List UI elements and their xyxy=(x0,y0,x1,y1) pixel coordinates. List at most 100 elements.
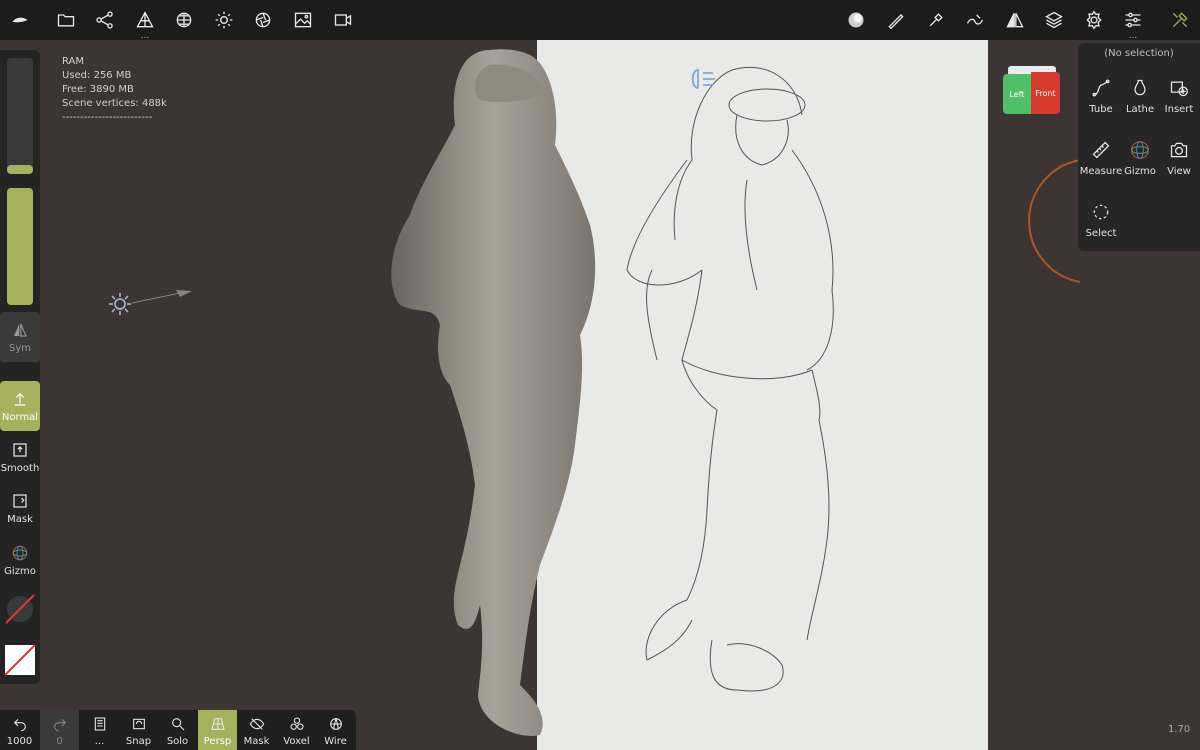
lasso-select-icon xyxy=(1093,204,1109,220)
select-tool-button[interactable]: Select xyxy=(1081,189,1121,239)
camera-icon xyxy=(1170,142,1188,158)
tube-label: Tube xyxy=(1089,104,1113,115)
insert-label: Insert xyxy=(1164,104,1194,115)
selection-status: (No selection) xyxy=(1104,48,1174,59)
view-tool-button[interactable]: View xyxy=(1159,127,1199,177)
sliders-icon[interactable]: ... xyxy=(1115,4,1151,41)
intensity-slider[interactable] xyxy=(7,188,33,305)
symmetry-icon xyxy=(14,323,27,337)
hud-free: Free: 3890 MB xyxy=(62,84,134,95)
lathe-icon xyxy=(1134,79,1146,96)
snap-icon xyxy=(132,718,145,730)
sun-icon[interactable] xyxy=(206,4,242,36)
mesh-icon[interactable]: ... xyxy=(127,4,163,41)
light-sun-icon[interactable] xyxy=(108,292,132,320)
insert-icon xyxy=(1170,81,1188,97)
sym-label: Sym xyxy=(8,342,31,354)
book-icon xyxy=(94,717,105,731)
view-label: View xyxy=(1167,166,1191,177)
tube-tool-button[interactable]: Tube xyxy=(1081,65,1121,115)
tube-icon xyxy=(1092,79,1110,97)
sliders-more: ... xyxy=(1128,31,1138,41)
normal-brush-button[interactable]: Normal xyxy=(0,381,40,431)
rotation-gizmo-ring[interactable] xyxy=(1014,158,1084,284)
mask-brush-button[interactable]: Mask xyxy=(0,483,40,533)
mesh-more: ... xyxy=(140,31,150,41)
insert-tool-button[interactable]: Insert xyxy=(1159,65,1199,115)
material-color-swatch[interactable] xyxy=(4,593,36,625)
redo-icon xyxy=(53,718,66,732)
stroke-icon[interactable] xyxy=(957,4,993,36)
gizmo-icon xyxy=(1131,141,1149,159)
measure-tool-button[interactable]: Measure xyxy=(1079,127,1123,177)
symmetry-icon[interactable] xyxy=(997,4,1033,36)
hud-vertices: Scene vertices: 488k xyxy=(62,98,167,109)
sphere-grid-icon[interactable] xyxy=(166,4,202,36)
hud-used: Used: 256 MB xyxy=(62,70,132,81)
undo-button[interactable]: 1000 xyxy=(0,710,39,750)
gizmo-icon xyxy=(12,545,28,560)
top-toolbar: ... ... xyxy=(0,0,1200,41)
hud-ram-label: RAM xyxy=(62,56,85,67)
radius-slider[interactable] xyxy=(7,58,33,174)
solo-button[interactable]: Solo xyxy=(158,710,197,750)
voxel-label: Voxel xyxy=(283,736,310,747)
wire-label: Wire xyxy=(324,736,347,747)
gizmo-button[interactable]: Gizmo xyxy=(0,535,40,585)
scene-graph-icon[interactable] xyxy=(87,4,123,36)
camera-icon[interactable] xyxy=(325,4,361,36)
material-sphere-icon[interactable] xyxy=(838,4,874,36)
history-label: ... xyxy=(94,736,105,747)
symmetry-toggle[interactable]: Sym xyxy=(0,312,40,362)
nav-cube-left[interactable]: Left xyxy=(1003,74,1031,114)
folder-icon[interactable] xyxy=(48,4,84,36)
paint-icon[interactable] xyxy=(918,4,954,36)
snap-label: Snap xyxy=(125,736,152,747)
hud-separator: ------------------------- xyxy=(62,112,153,123)
tools-icon[interactable] xyxy=(1162,4,1198,36)
mask-icon xyxy=(13,493,27,508)
normal-label: Normal xyxy=(1,411,39,423)
logo-icon[interactable] xyxy=(2,4,38,36)
radius-slider-handle[interactable] xyxy=(7,165,33,174)
mask-visibility-button[interactable]: Mask xyxy=(237,710,276,750)
undo-icon xyxy=(13,718,26,732)
redo-button[interactable]: 0 xyxy=(40,710,79,750)
measure-label: Measure xyxy=(1079,166,1123,177)
bottom-toolbar: 1000 0 ... Snap Solo Persp Mask Voxel Wi… xyxy=(0,710,356,750)
smooth-brush-button[interactable]: Smooth xyxy=(0,432,40,482)
ruler-icon xyxy=(1092,141,1110,159)
spotlight-icon[interactable] xyxy=(688,68,718,94)
perspective-grid-icon xyxy=(210,718,225,730)
paint-color-swatch[interactable] xyxy=(4,644,36,676)
layers-icon[interactable] xyxy=(1036,4,1072,36)
tools-panel: (No selection) Tube Lathe Insert Measure… xyxy=(1078,43,1200,251)
arrow-up-icon xyxy=(14,392,26,406)
history-button[interactable]: ... xyxy=(80,710,119,750)
brush-icon[interactable] xyxy=(878,4,914,36)
gizmo-tool-label: Gizmo xyxy=(1124,166,1156,177)
mask-toggle-label: Mask xyxy=(243,736,270,747)
voxel-button[interactable]: Voxel xyxy=(277,710,316,750)
image-icon[interactable] xyxy=(285,4,321,36)
lathe-label: Lathe xyxy=(1125,104,1155,115)
wireframe-icon xyxy=(329,718,342,730)
lathe-tool-button[interactable]: Lathe xyxy=(1120,65,1160,115)
aperture-icon[interactable] xyxy=(245,4,281,36)
sculpt-model[interactable] xyxy=(380,45,610,745)
perspective-button[interactable]: Persp xyxy=(198,710,237,750)
search-icon xyxy=(171,718,184,731)
smooth-icon xyxy=(13,442,27,457)
eye-off-icon xyxy=(249,718,264,730)
redo-count: 0 xyxy=(56,736,63,747)
select-label: Select xyxy=(1085,228,1117,239)
wireframe-button[interactable]: Wire xyxy=(316,710,355,750)
smooth-label: Smooth xyxy=(0,462,40,474)
nav-cube-front[interactable]: Front xyxy=(1031,72,1060,114)
gizmo-tool-button[interactable]: Gizmo xyxy=(1120,127,1160,177)
zoom-level: 1.70 xyxy=(1168,724,1191,735)
undo-count: 1000 xyxy=(6,736,33,747)
snap-button[interactable]: Snap xyxy=(119,710,158,750)
settings-icon[interactable] xyxy=(1076,4,1112,36)
memory-hud: RAM Used: 256 MB Free: 3890 MB Scene ver… xyxy=(62,55,167,125)
